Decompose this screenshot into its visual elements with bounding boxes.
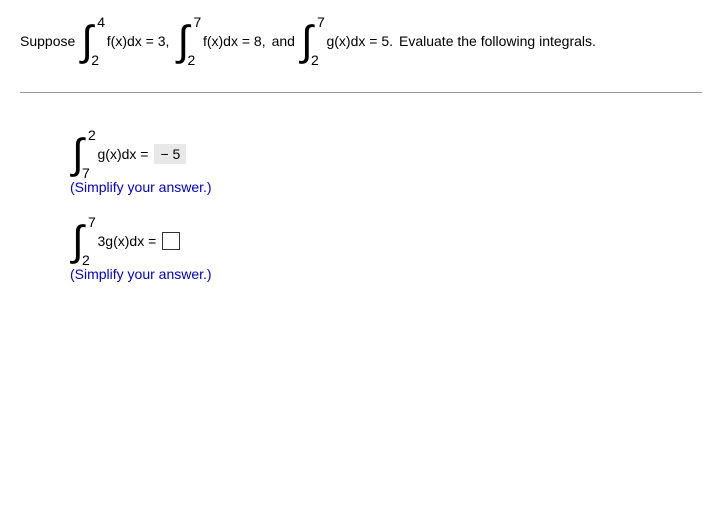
upper-limit: 2 xyxy=(88,127,96,143)
question-1: ∫ 2 7 g(x)dx = − 5 (Simplify your answer… xyxy=(70,133,702,195)
upper-limit: 7 xyxy=(193,14,201,30)
answer-input-wrap xyxy=(162,232,180,250)
simplify-hint: (Simplify your answer.) xyxy=(70,266,702,282)
integrand: g(x)dx = xyxy=(98,146,149,162)
upper-limit: 7 xyxy=(317,14,325,30)
lower-limit: 2 xyxy=(91,52,99,68)
divider xyxy=(20,92,702,93)
integral-1: ∫ 4 2 f(x)dx = 3, xyxy=(81,20,169,62)
suppose-text: Suppose xyxy=(20,33,75,49)
answer-input[interactable] xyxy=(162,232,180,250)
tail-text: Evaluate the following integrals. xyxy=(399,33,596,49)
simplify-hint: (Simplify your answer.) xyxy=(70,179,702,195)
answer-value: − 5 xyxy=(154,144,186,164)
and-text: and xyxy=(272,33,295,49)
integral-2: ∫ 7 2 f(x)dx = 8, xyxy=(177,20,265,62)
lower-limit: 7 xyxy=(82,165,90,181)
answer-box: − 5 xyxy=(154,144,186,164)
lower-limit: 2 xyxy=(82,252,90,268)
upper-limit: 4 xyxy=(97,14,105,30)
question-2: ∫ 7 2 3g(x)dx = (Simplify your answer.) xyxy=(70,220,702,282)
lower-limit: 2 xyxy=(187,52,195,68)
integral-3: ∫ 7 2 g(x)dx = 5. xyxy=(301,20,393,62)
upper-limit: 7 xyxy=(88,214,96,230)
integrand: g(x)dx = 5. xyxy=(326,33,393,49)
integral-q2: ∫ 7 2 3g(x)dx = xyxy=(72,220,156,262)
integrand: f(x)dx = 3, xyxy=(107,33,170,49)
lower-limit: 2 xyxy=(311,52,319,68)
integrand: f(x)dx = 8, xyxy=(203,33,266,49)
integral-q1: ∫ 2 7 g(x)dx = xyxy=(72,133,148,175)
problem-statement: Suppose ∫ 4 2 f(x)dx = 3, ∫ 7 2 f(x)dx =… xyxy=(20,20,702,62)
integrand: 3g(x)dx = xyxy=(98,233,157,249)
